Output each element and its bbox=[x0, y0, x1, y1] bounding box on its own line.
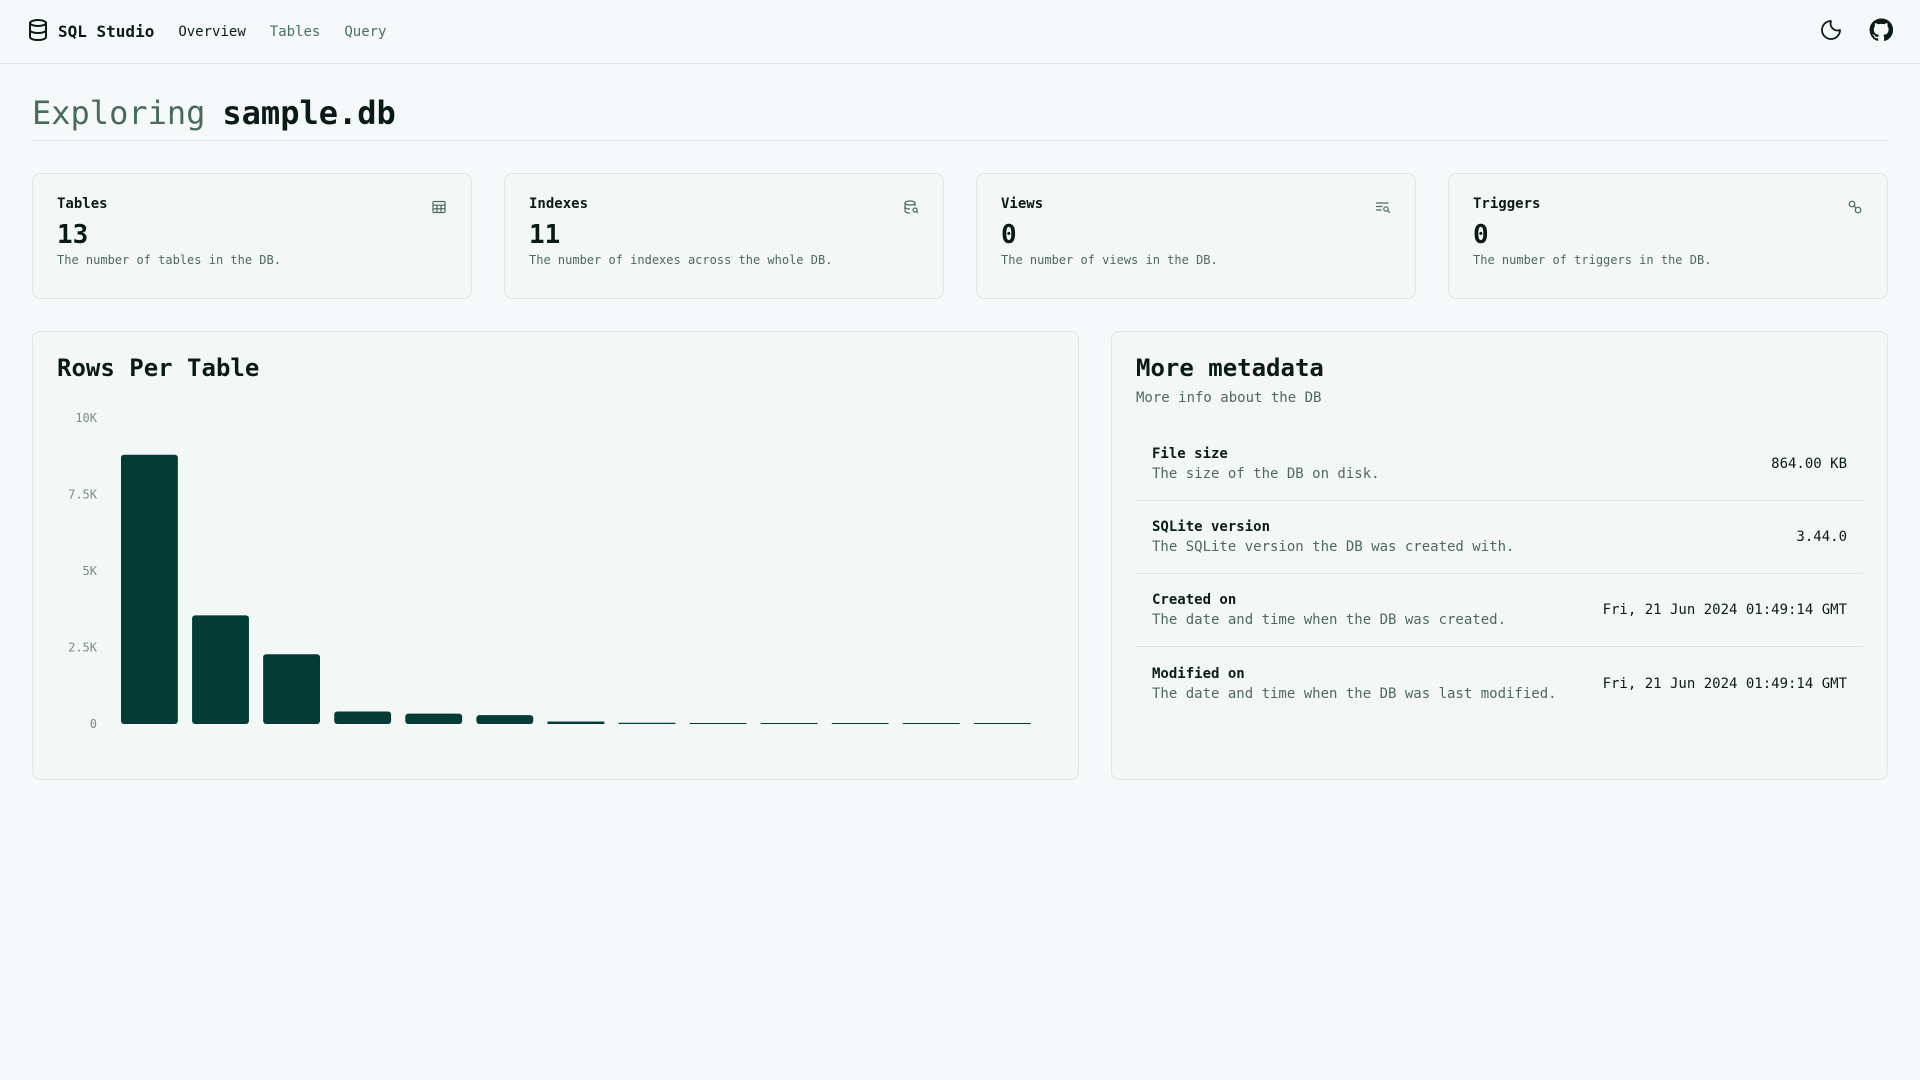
metadata-value: 864.00 KB bbox=[1771, 456, 1847, 472]
y-tick-label: 2.5K bbox=[68, 641, 98, 655]
bar-rect[interactable] bbox=[547, 721, 605, 724]
metadata-card: More metadata More info about the DB Fil… bbox=[1111, 331, 1888, 780]
metadata-row-file-size: File size The size of the DB on disk. 86… bbox=[1136, 428, 1863, 501]
database-search-icon bbox=[903, 199, 919, 215]
bar-rect[interactable] bbox=[334, 711, 392, 724]
top-navbar: SQL Studio Overview Tables Query bbox=[0, 0, 1920, 64]
y-tick-label: 0 bbox=[90, 717, 97, 731]
table-icon bbox=[431, 199, 447, 215]
list-search-icon bbox=[1375, 199, 1391, 215]
stat-card-tables: Tables 13 The number of tables in the DB… bbox=[32, 173, 472, 299]
theme-toggle-button[interactable] bbox=[1818, 19, 1844, 45]
metadata-label: Modified on bbox=[1152, 665, 1245, 682]
stat-description: The number of tables in the DB. bbox=[57, 253, 281, 267]
bar-rect[interactable] bbox=[121, 454, 178, 724]
y-tick-label: 7.5K bbox=[68, 488, 98, 502]
metadata-value: 3.44.0 bbox=[1796, 529, 1847, 545]
moon-icon bbox=[1819, 18, 1843, 46]
stat-title: Triggers bbox=[1473, 196, 1541, 212]
metadata-list: File size The size of the DB on disk. 86… bbox=[1136, 428, 1863, 720]
bar-rect[interactable] bbox=[192, 615, 249, 724]
stat-title: Views bbox=[1001, 196, 1044, 212]
nav-overview[interactable]: Overview bbox=[178, 24, 245, 40]
stat-card-indexes: Indexes 11 The number of indexes across … bbox=[504, 173, 944, 299]
metadata-description: The date and time when the DB was create… bbox=[1152, 612, 1507, 628]
bar-rect[interactable] bbox=[973, 723, 1031, 724]
metadata-description: The size of the DB on disk. bbox=[1152, 466, 1380, 482]
metadata-title: More metadata bbox=[1136, 354, 1324, 382]
metadata-label: Created on bbox=[1152, 592, 1237, 608]
github-icon bbox=[1869, 17, 1894, 46]
y-tick-label: 10K bbox=[75, 411, 97, 425]
metadata-subtitle: More info about the DB bbox=[1136, 390, 1322, 406]
metadata-value: Fri, 21 Jun 2024 01:49:14 GMT bbox=[1602, 675, 1847, 692]
stat-description: The number of indexes across the whole D… bbox=[529, 253, 833, 267]
metadata-value: Fri, 21 Jun 2024 01:49:14 GMT bbox=[1602, 602, 1847, 618]
metadata-label: SQLite version bbox=[1152, 519, 1271, 535]
bar-rect[interactable] bbox=[618, 722, 676, 724]
chart-title: Rows Per Table bbox=[57, 354, 260, 382]
stat-value: 11 bbox=[529, 220, 561, 250]
bar-rect[interactable] bbox=[263, 654, 321, 724]
brand-name: SQL Studio bbox=[58, 22, 155, 41]
bar-rect[interactable] bbox=[831, 723, 889, 724]
rows-per-table-card: Rows Per Table 0 2.5K 5K 7.5K 10K bbox=[32, 331, 1079, 780]
bar-rect[interactable] bbox=[902, 723, 960, 724]
stat-description: The number of views in the DB. bbox=[1001, 253, 1218, 267]
nav-tables[interactable]: Tables bbox=[270, 24, 321, 40]
bar-rect[interactable] bbox=[476, 715, 534, 724]
stat-title: Indexes bbox=[529, 196, 589, 212]
page-title: Exploring sample.db bbox=[32, 64, 1888, 141]
stat-description: The number of triggers in the DB. bbox=[1473, 253, 1712, 267]
bottom-row: Rows Per Table 0 2.5K 5K 7.5K 10K More metad… bbox=[32, 331, 1888, 780]
y-tick-label: 5K bbox=[83, 564, 98, 578]
header-actions bbox=[1818, 17, 1894, 46]
metadata-label: File size bbox=[1152, 446, 1228, 462]
github-link[interactable] bbox=[1868, 17, 1894, 46]
database-icon bbox=[26, 18, 50, 46]
metadata-row-modified-on: Modified on The date and time when the D… bbox=[1136, 647, 1863, 720]
stat-title: Tables bbox=[57, 196, 108, 212]
stat-value: 0 bbox=[1001, 220, 1017, 250]
main-content: Exploring sample.db Tables 13 The number… bbox=[0, 64, 1920, 780]
stat-card-views: Views 0 The number of views in the DB. bbox=[976, 173, 1416, 299]
database-name: sample.db bbox=[222, 94, 396, 132]
metadata-description: The date and time when the DB was last m… bbox=[1152, 685, 1557, 702]
metadata-row-created-on: Created on The date and time when the DB… bbox=[1136, 574, 1863, 647]
metadata-description: The SQLite version the DB was created wi… bbox=[1152, 539, 1515, 555]
stats-row: Tables 13 The number of tables in the DB… bbox=[32, 173, 1888, 299]
stat-value: 0 bbox=[1473, 220, 1489, 250]
bar-rect[interactable] bbox=[760, 723, 818, 724]
rows-per-table-chart: 0 2.5K 5K 7.5K 10K bbox=[68, 411, 1031, 731]
main-nav: Overview Tables Query bbox=[178, 24, 386, 40]
bar-rect[interactable] bbox=[689, 723, 747, 724]
nav-query[interactable]: Query bbox=[344, 24, 386, 40]
stat-value: 13 bbox=[57, 220, 89, 250]
metadata-row-sqlite-version: SQLite version The SQLite version the DB… bbox=[1136, 501, 1863, 574]
stat-card-triggers: Triggers 0 The number of triggers in the… bbox=[1448, 173, 1888, 299]
bar-rect[interactable] bbox=[405, 713, 463, 724]
brand[interactable]: SQL Studio bbox=[26, 18, 154, 46]
link-icon bbox=[1847, 199, 1863, 215]
page-title-prefix: Exploring bbox=[32, 94, 206, 132]
